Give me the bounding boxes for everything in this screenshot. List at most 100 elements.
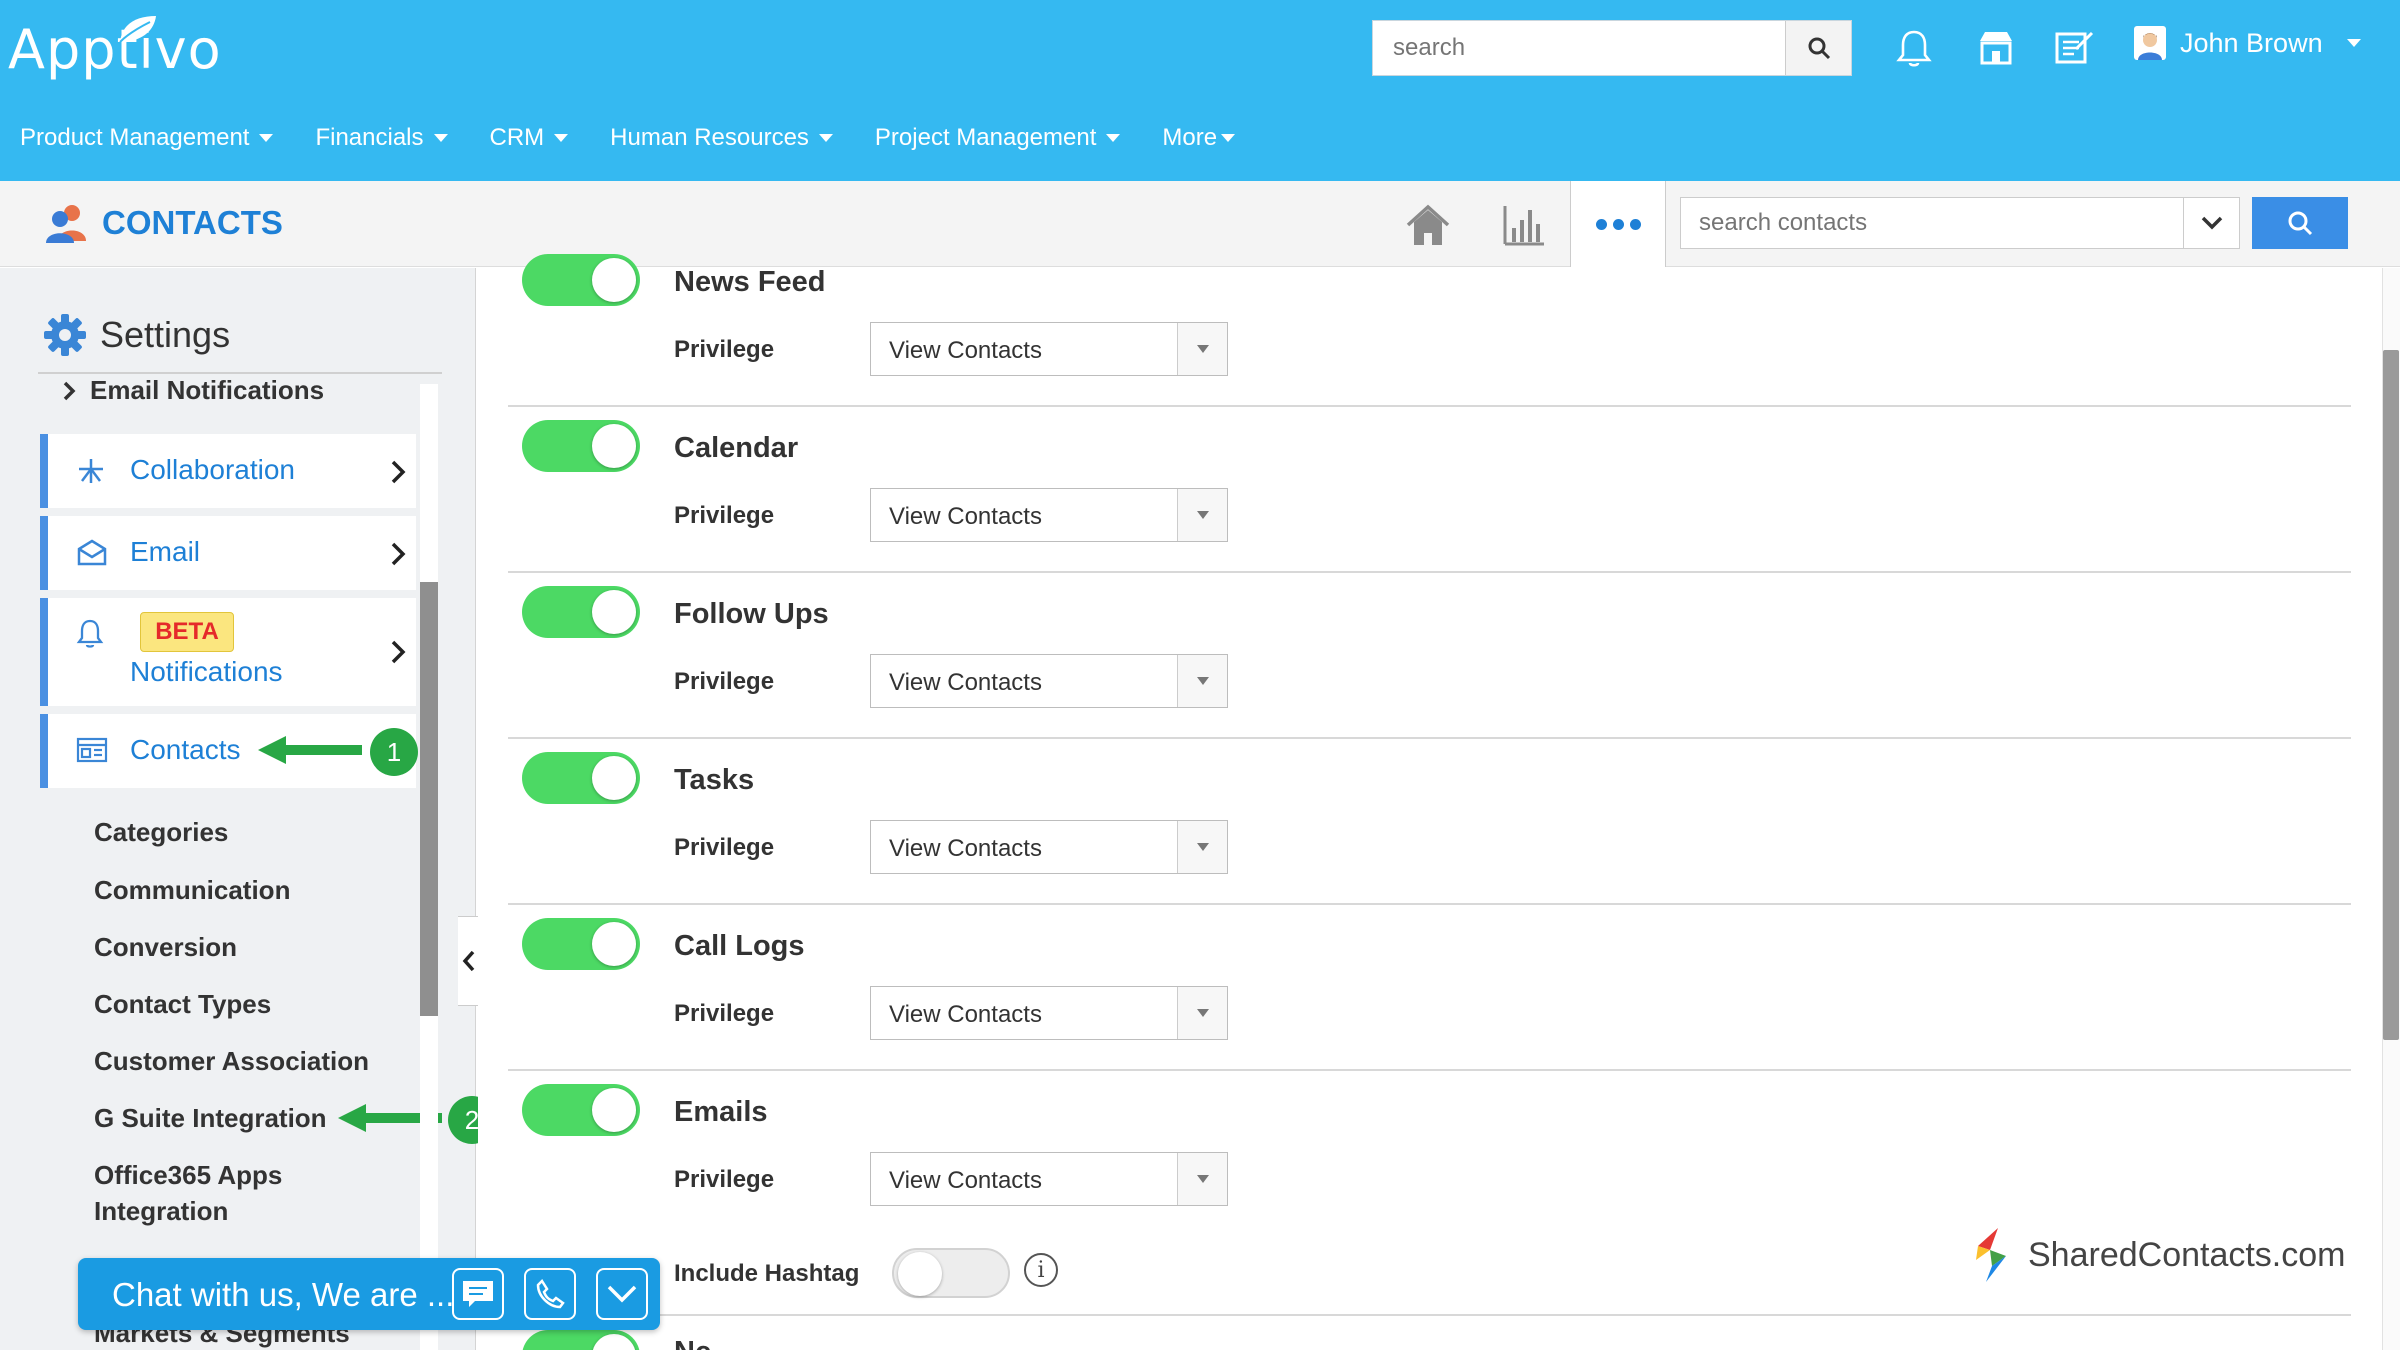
notifications-bell-button[interactable] [1890,24,1938,72]
chevron-down-icon [2346,39,2361,47]
divider [508,571,2351,573]
chat-widget[interactable]: Chat with us, We are ... [78,1258,660,1330]
emails-privilege-select[interactable]: View Contacts [870,1152,1228,1206]
chat-call-button[interactable] [524,1268,576,1320]
caret-down-icon [1196,345,1209,353]
sidebar-item-email[interactable]: Email [40,516,416,590]
call-logs-toggle[interactable] [522,918,640,970]
network-icon [79,459,103,483]
chat-widget-text: Chat with us, We are ... [112,1276,455,1313]
annotation-arrow-icon [258,736,362,764]
collapse-sidebar-button[interactable] [458,916,480,1006]
sidebar-subitem-office365-apps-integration[interactable]: Office365 Apps Integration [94,1157,344,1229]
nav-crm[interactable]: CRM [490,118,569,158]
select-value: View Contacts [889,1167,1042,1194]
select-value: View Contacts [889,1001,1042,1028]
notes-toggle[interactable] [522,1330,640,1350]
sharedcontacts-watermark: SharedContacts.com [1970,1226,2346,1284]
call-logs-privilege-select[interactable]: View Contacts [870,986,1228,1040]
calendar-privilege-select[interactable]: View Contacts [870,488,1228,542]
sidebar-subitem-contact-types[interactable]: Contact Types [94,986,271,1022]
follow-ups-privilege-select[interactable]: View Contacts [870,654,1228,708]
dropdown-arrow [1177,489,1227,541]
nav-project-management[interactable]: Project Management [875,118,1121,158]
global-search-button[interactable] [1785,21,1851,75]
sidebar-item-notifications[interactable]: BETA Notifications [40,598,416,706]
checklist-icon [2055,31,2094,64]
sidebar-item-collaboration[interactable]: Collaboration [40,434,416,508]
app-title[interactable]: CONTACTS [44,203,283,243]
gear-icon [44,314,86,356]
apptivo-logo[interactable]: Apptivo [8,14,222,84]
global-search-input[interactable] [1373,21,1785,75]
user-name: John Brown [2180,27,2323,58]
follow-ups-toggle[interactable] [522,586,640,638]
more-options-button[interactable] [1570,181,1666,267]
app-store-button[interactable] [1972,24,2020,72]
bar-chart-icon [1503,206,1544,246]
annotation-badge: 1 [370,728,418,776]
divider [508,903,2351,905]
dropdown-arrow [1177,655,1227,707]
toggle-knob [898,1252,942,1296]
home-icon [1406,204,1450,245]
sharedcontacts-logo-icon [1976,1228,2006,1282]
search-scope-dropdown[interactable] [2183,198,2239,248]
sidebar-scrollbar-thumb[interactable] [420,582,438,1016]
chevron-down-icon [818,134,833,142]
nav-financials[interactable]: Financials [315,118,448,158]
search-icon [2288,211,2313,236]
chevron-down-icon [259,134,274,142]
sidebar-subitem-communication[interactable]: Communication [94,872,290,908]
user-avatar [2134,26,2166,60]
more-dots-icon [1629,218,1641,230]
include-hashtag-toggle[interactable] [892,1248,1010,1298]
tasks-toggle[interactable] [522,752,640,804]
sidebar-item-label: Notifications [130,656,283,687]
sidebar-item-label: Email [130,536,201,567]
beta-badge: BETA [140,612,234,652]
privilege-label: Privilege [674,1000,775,1027]
caret-down-icon [1196,677,1209,685]
tasks-button[interactable] [2050,24,2098,72]
bell-icon [1896,30,1932,67]
store-icon [1980,32,2012,65]
emails-toggle[interactable] [522,1084,640,1136]
include-hashtag-label: Include Hashtag [674,1260,860,1287]
nav-human-resources[interactable]: Human Resources [610,118,833,158]
caret-down-icon [1196,511,1209,519]
toggle-knob [592,922,636,966]
chevron-right-icon [391,542,406,566]
sidebar-subitem-g-suite-integration[interactable]: G Suite Integration [94,1100,327,1136]
nav-more[interactable]: More [1162,118,1236,158]
search-icon [1808,37,1830,60]
app-title-text: CONTACTS [102,204,283,241]
nav-label: Human Resources [610,124,809,151]
privilege-label: Privilege [674,502,775,529]
email-notifications-link[interactable]: Email Notifications [62,375,324,406]
calendar-toggle[interactable] [522,420,640,472]
nav-label: CRM [489,124,545,151]
more-dots-icon [1612,218,1624,230]
chat-message-button[interactable] [452,1268,504,1320]
chat-collapse-button[interactable] [596,1268,648,1320]
user-menu[interactable]: John Brown [2134,26,2361,60]
contacts-app-icon [46,205,86,243]
info-icon[interactable]: i [1024,1253,1058,1287]
privilege-label: Privilege [674,834,775,861]
sidebar-subitem-conversion[interactable]: Conversion [94,929,237,965]
home-button[interactable] [1400,199,1456,251]
sidebar-subitem-customer-association[interactable]: Customer Association [94,1043,369,1079]
reports-button[interactable] [1496,199,1552,251]
news-feed-privilege-select[interactable]: View Contacts [870,322,1228,376]
contacts-search-input[interactable] [1681,198,2183,248]
sidebar-subitem-categories[interactable]: Categories [94,814,228,850]
divider [508,1069,2351,1071]
chevron-right-icon [391,460,406,484]
main-scrollbar-thumb[interactable] [2383,350,2399,1040]
tasks-privilege-select[interactable]: View Contacts [870,820,1228,874]
news-feed-toggle[interactable] [522,254,640,306]
nav-product-management[interactable]: Product Management [20,118,274,158]
divider [508,405,2351,407]
contacts-search-button[interactable] [2252,197,2348,249]
